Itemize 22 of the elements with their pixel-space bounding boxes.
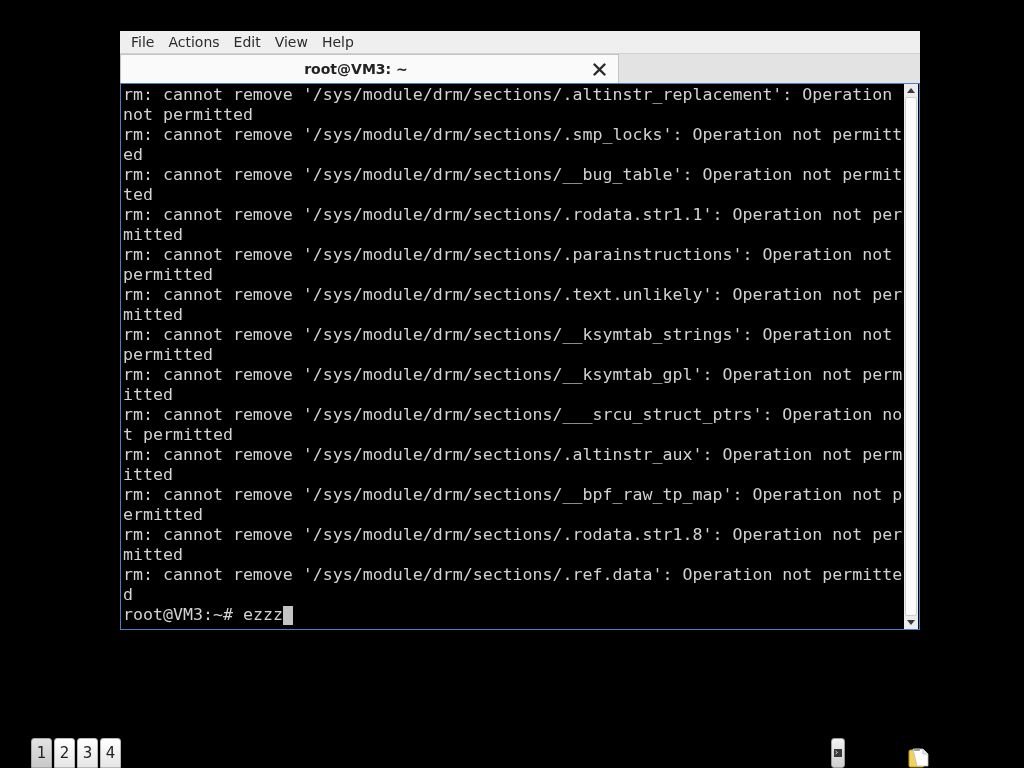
menu-item[interactable]: Actions	[161, 33, 227, 51]
workspace-button[interactable]: 3	[77, 738, 98, 768]
workspace-button[interactable]: 4	[100, 738, 121, 768]
clipboard-icon[interactable]	[908, 748, 930, 768]
scroll-up-icon[interactable]	[907, 88, 915, 93]
terminal-launcher-button[interactable]	[831, 738, 845, 768]
menu-item[interactable]: File	[124, 33, 162, 51]
scrollbar-thumb[interactable]	[905, 97, 917, 616]
menu-item[interactable]: View	[267, 33, 315, 51]
menu-item[interactable]: Edit	[226, 33, 268, 51]
scroll-down-icon[interactable]	[907, 620, 915, 625]
close-tab-button[interactable]	[591, 61, 607, 77]
workspace-button[interactable]: 2	[54, 738, 75, 768]
tab-title: root@VM3: ~	[303, 59, 409, 79]
terminal-icon	[834, 749, 842, 757]
menu-item[interactable]: Help	[314, 33, 361, 51]
terminal-tab[interactable]: root@VM3: ~	[120, 54, 619, 83]
close-icon	[592, 62, 606, 76]
shell-prompt: root@VM3:~#	[123, 605, 233, 625]
workspace-button[interactable]: 1	[31, 738, 52, 768]
scrollbar-track[interactable]	[904, 84, 918, 629]
typed-command: ezzz	[242, 605, 283, 625]
